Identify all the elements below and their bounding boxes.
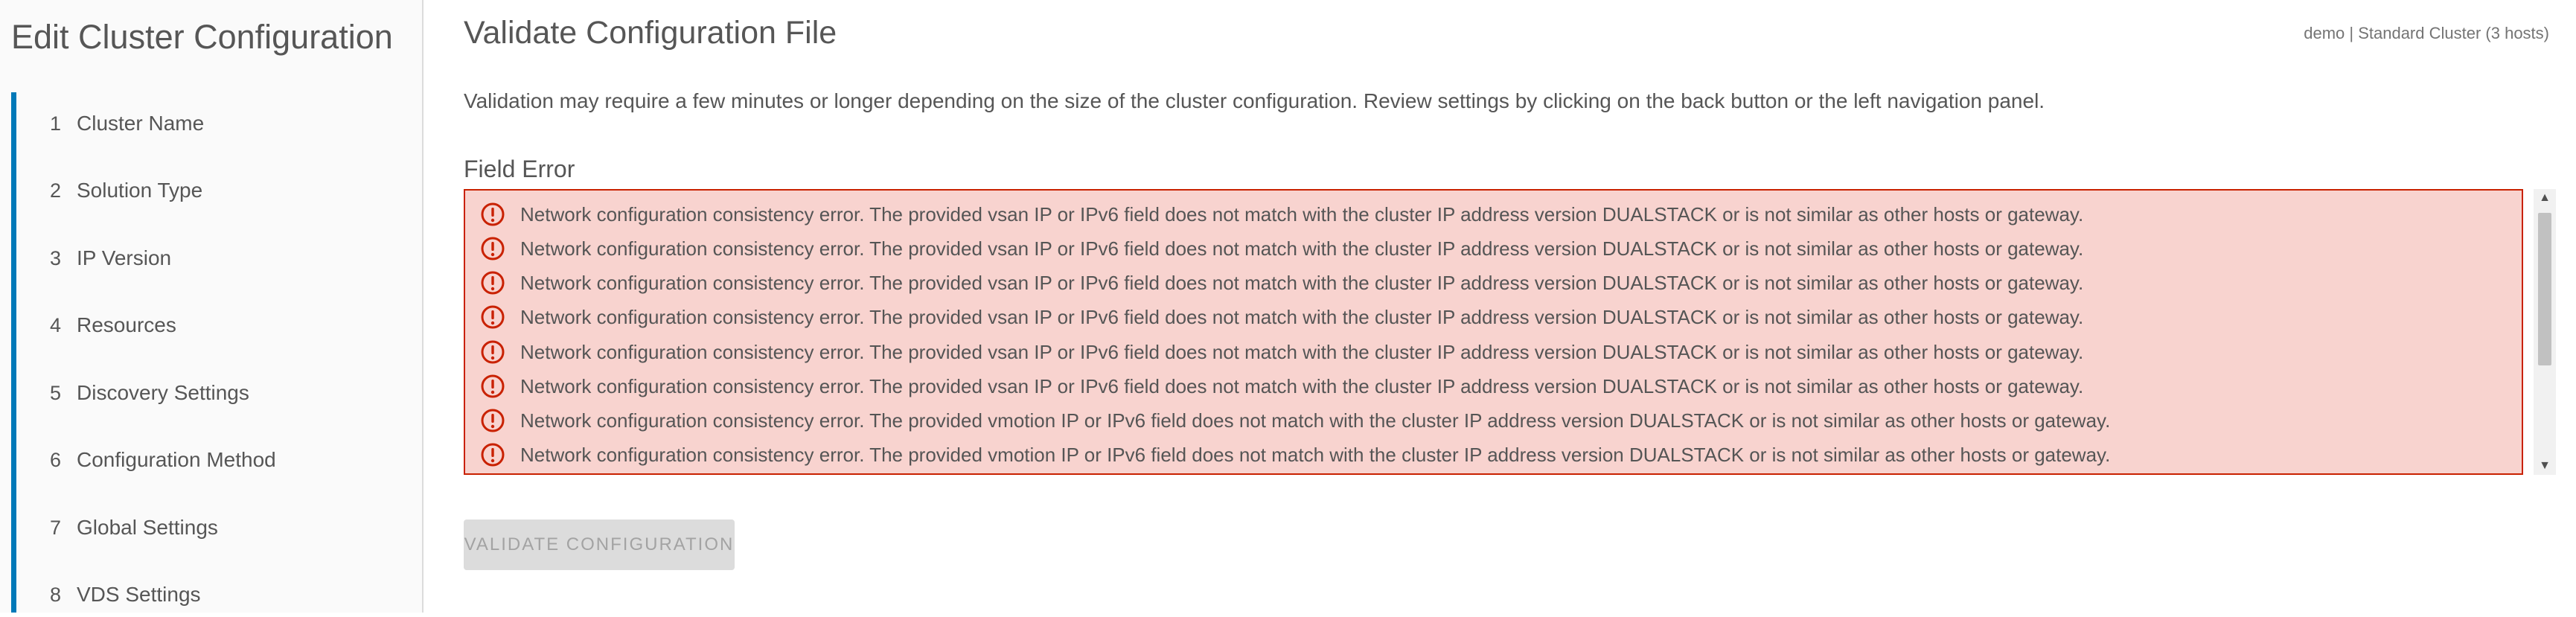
error-circle-icon xyxy=(481,271,505,295)
step-number: 8 xyxy=(50,583,62,606)
error-text: Network configuration consistency error.… xyxy=(520,202,2084,226)
step-label: Configuration Method xyxy=(77,448,276,471)
scroll-up-arrow-icon[interactable]: ▲ xyxy=(2534,189,2556,207)
step-label: Global Settings xyxy=(77,516,218,539)
error-item: Network configuration consistency error.… xyxy=(480,403,2110,438)
error-circle-icon xyxy=(481,443,505,467)
error-item: Network configuration consistency error.… xyxy=(480,335,2083,369)
wizard-sidebar: Edit Cluster Configuration 1 Cluster Nam… xyxy=(0,0,424,613)
error-item: Network configuration consistency error.… xyxy=(480,369,2083,403)
error-circle-icon xyxy=(481,340,505,364)
error-item: Network configuration consistency error.… xyxy=(480,300,2083,334)
error-text: Network configuration consistency error.… xyxy=(520,305,2084,328)
error-text: Network configuration consistency error.… xyxy=(520,271,2084,294)
error-item: Network configuration consistency error.… xyxy=(480,197,2083,231)
error-item: Network configuration consistency error.… xyxy=(480,438,2110,472)
error-circle-icon xyxy=(481,409,505,432)
step-label: Solution Type xyxy=(77,179,203,202)
step-cluster-name[interactable]: 1 Cluster Name xyxy=(16,101,418,146)
step-global-settings[interactable]: 7 Global Settings xyxy=(16,505,418,550)
error-item: Network configuration consistency error.… xyxy=(480,231,2083,266)
step-number: 3 xyxy=(50,246,62,269)
scroll-down-arrow-icon[interactable]: ▼ xyxy=(2534,457,2556,475)
step-label: VDS Settings xyxy=(77,583,201,606)
step-number: 5 xyxy=(50,381,62,404)
error-circle-icon xyxy=(481,237,505,260)
field-error-panel: Network configuration consistency error.… xyxy=(464,189,2523,475)
error-text: Network configuration consistency error.… xyxy=(520,374,2084,397)
page-title: Validate Configuration File xyxy=(464,15,837,51)
step-label: Cluster Name xyxy=(77,112,205,135)
main-content: Validate Configuration File demo | Stand… xyxy=(424,0,2576,613)
field-error-label: Field Error xyxy=(464,156,575,182)
step-resources[interactable]: 4 Resources xyxy=(16,303,418,348)
error-circle-icon xyxy=(481,202,505,226)
step-ip-version[interactable]: 3 IP Version xyxy=(16,236,418,281)
step-configuration-method[interactable]: 6 Configuration Method xyxy=(16,438,418,482)
wizard-steps: 1 Cluster Name 2 Solution Type 3 IP Vers… xyxy=(11,92,422,613)
error-text: Network configuration consistency error.… xyxy=(520,340,2084,363)
step-number: 2 xyxy=(50,179,62,202)
error-text: Network configuration consistency error.… xyxy=(520,237,2084,260)
step-label: IP Version xyxy=(77,246,172,269)
step-label: Discovery Settings xyxy=(77,381,249,404)
step-number: 6 xyxy=(50,448,62,471)
scrollbar-thumb[interactable] xyxy=(2538,213,2551,365)
error-circle-icon xyxy=(481,305,505,329)
step-label: Resources xyxy=(77,313,176,336)
cluster-context-info: demo | Standard Cluster (3 hosts) xyxy=(2304,24,2549,42)
error-text: Network configuration consistency error.… xyxy=(520,443,2111,466)
step-vds-settings[interactable]: 8 VDS Settings xyxy=(16,572,418,617)
step-number: 7 xyxy=(50,516,62,539)
step-discovery-settings[interactable]: 5 Discovery Settings xyxy=(16,371,418,415)
error-circle-icon xyxy=(481,374,505,398)
step-number: 1 xyxy=(50,112,62,135)
validate-configuration-button[interactable]: VALIDATE CONFIGURATION xyxy=(464,520,735,570)
error-list-scrollbar[interactable]: ▲ ▼ xyxy=(2534,189,2556,475)
step-solution-type[interactable]: 2 Solution Type xyxy=(16,168,418,213)
error-text: Network configuration consistency error.… xyxy=(520,409,2111,432)
step-number: 4 xyxy=(50,313,62,336)
wizard-title: Edit Cluster Configuration xyxy=(11,18,393,56)
error-item: Network configuration consistency error.… xyxy=(480,266,2083,300)
validation-description: Validation may require a few minutes or … xyxy=(464,89,2045,112)
